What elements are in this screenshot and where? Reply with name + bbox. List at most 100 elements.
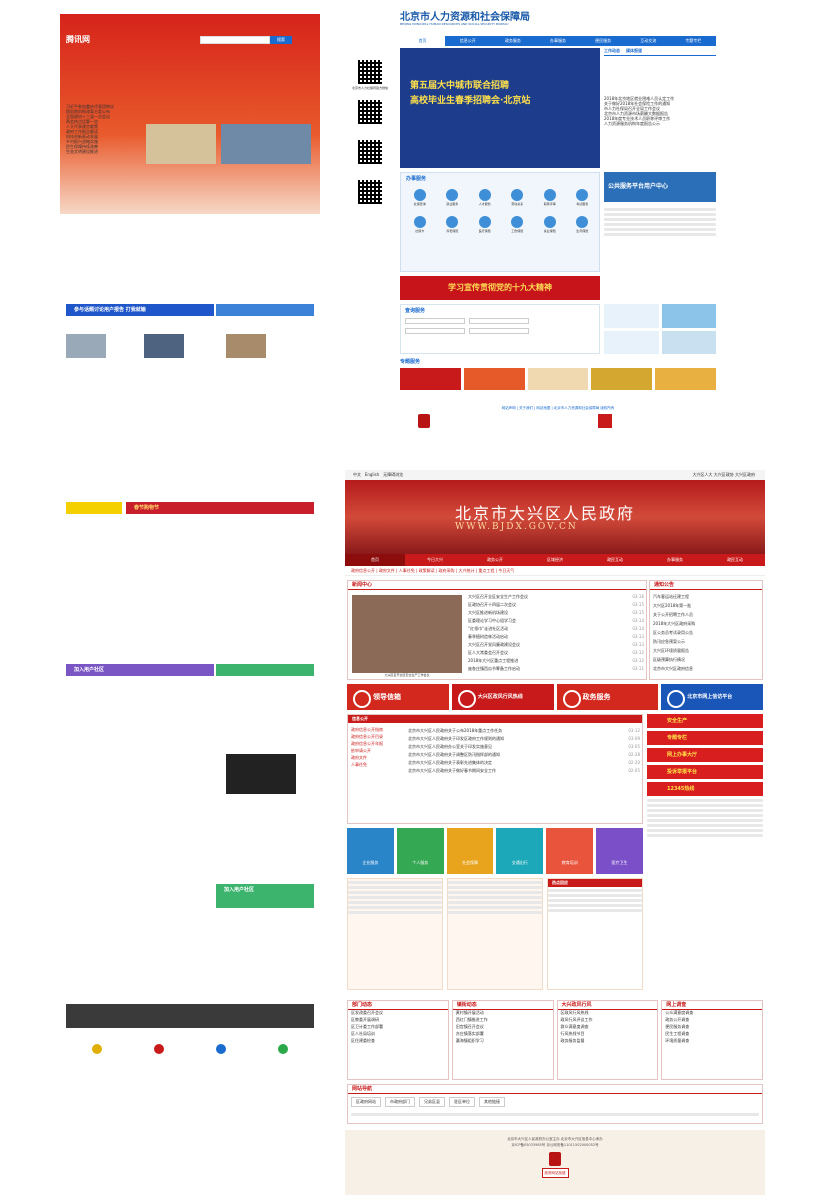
- news-row[interactable]: 区委理论学习中心组学习会 03-14: [468, 617, 644, 625]
- search-input[interactable]: [200, 36, 270, 44]
- gov-open-row[interactable]: 北京市大兴区人民政府关于做好春节期间安全工作 02-05: [408, 767, 640, 775]
- photo-caption[interactable]: 大兴区召开全区安全生产工作会议: [352, 673, 462, 677]
- notice-link[interactable]: 大兴区2018年第一批: [653, 601, 759, 610]
- community-banner-2[interactable]: 加入用户社区: [216, 884, 314, 908]
- column-link[interactable]: 政务服务监督: [558, 1038, 658, 1045]
- search-button[interactable]: 搜索: [270, 36, 292, 44]
- gov-open-link[interactable]: 北京市大兴区人民政府关于公布2018年重点工作任务: [408, 727, 502, 735]
- side-banner[interactable]: 专题专栏: [647, 731, 763, 745]
- gov-open-link[interactable]: 依申请公开: [351, 748, 401, 755]
- nav-item[interactable]: 办事服务: [645, 554, 705, 566]
- lang-english[interactable]: English: [365, 472, 379, 477]
- link-tab[interactable]: 其他链接: [479, 1097, 505, 1107]
- link-tab[interactable]: 区政府网站: [351, 1097, 381, 1107]
- site-title[interactable]: 北京市人力资源和社会保障局: [400, 8, 530, 23]
- column-link[interactable]: 区人社局培训: [348, 1031, 448, 1038]
- nav-item[interactable]: 互动交流: [626, 36, 671, 46]
- promo-banner[interactable]: 参与话题讨论用户报告 打我就输: [66, 304, 214, 316]
- nav-item[interactable]: 专题专栏: [671, 36, 716, 46]
- news-link[interactable]: 区人大常委会召开会议: [468, 649, 508, 657]
- column-link[interactable]: 区政风行风热线: [558, 1010, 658, 1017]
- service-tile[interactable]: 社会保障: [446, 828, 494, 874]
- find-error-button[interactable]: 政府网站找错: [541, 1168, 569, 1178]
- column-link[interactable]: 民生工程调查: [662, 1031, 762, 1038]
- community-banner[interactable]: 加入用户社区: [66, 664, 214, 676]
- tab-media[interactable]: 媒体报道: [626, 48, 642, 55]
- service-tile[interactable]: 企业服务: [347, 828, 394, 874]
- nav-item[interactable]: 政务公开: [465, 554, 525, 566]
- tencent-logo[interactable]: 腾讯网: [66, 34, 90, 45]
- column-link[interactable]: 黄村镇开展活动: [453, 1010, 553, 1017]
- link-tab[interactable]: 兄弟区县: [419, 1097, 445, 1107]
- news-link[interactable]: 区政协召开十四届二次会议: [468, 601, 516, 609]
- news-link[interactable]: 大兴区召开全区安全生产工作会议: [468, 593, 528, 601]
- service-tile[interactable]: 个人服务: [396, 828, 444, 874]
- accessibility-link[interactable]: 无障碍浏览: [383, 472, 403, 477]
- news-image[interactable]: [66, 334, 106, 358]
- gov-open-row[interactable]: 北京市大兴区人民政府办公室关于印发实施意见 03-05: [408, 743, 640, 751]
- public-service-platform[interactable]: 公共服务平台用户中心: [604, 172, 716, 202]
- query-input[interactable]: [469, 328, 529, 334]
- nav-item[interactable]: 区域经济: [525, 554, 585, 566]
- special-banner[interactable]: [463, 368, 525, 390]
- column-link[interactable]: 区发改委召开会议: [348, 1010, 448, 1017]
- nav-item[interactable]: 政民互动: [705, 554, 765, 566]
- column-link[interactable]: 区卫计委工作部署: [348, 1024, 448, 1031]
- service-tile[interactable]: [661, 330, 716, 354]
- service-item[interactable]: 就业服务: [438, 187, 468, 211]
- nav-item[interactable]: 首页: [345, 554, 405, 566]
- gov-open-row[interactable]: 北京市大兴区人民政府关于调整区防汛指挥部的通知 02-28: [408, 751, 640, 759]
- news-row[interactable]: 大兴区召开全区安全生产工作会议 03-16: [468, 593, 644, 601]
- find-error-icon[interactable]: [598, 414, 612, 428]
- service-item[interactable]: 生育保险: [568, 214, 598, 238]
- news-link[interactable]: 大兴区召开党风廉政建设会议: [468, 641, 520, 649]
- query-input[interactable]: [405, 328, 465, 334]
- gov-open-link[interactable]: 政府信息公开目录: [351, 734, 401, 741]
- notice-link[interactable]: 汽车客运站迁建工程: [653, 592, 759, 601]
- sub-nav[interactable]: 政府信息公开 | 政府文件 | 人事任免 | 政策解读 | 政府采购 | 大兴统…: [345, 566, 765, 576]
- service-item[interactable]: 养老保险: [438, 214, 468, 238]
- gov-open-link[interactable]: 政府文件: [351, 755, 401, 762]
- service-item[interactable]: 社保查询: [405, 187, 435, 211]
- gov-open-link[interactable]: 政府信息公开指南: [351, 727, 401, 734]
- news-link[interactable]: 生态文明建设推进: [66, 149, 144, 154]
- nav-item[interactable]: 办事服务: [535, 36, 580, 46]
- notice-link[interactable]: 区公务员考试录用公告: [653, 628, 759, 637]
- gov-open-link[interactable]: 人事任免: [351, 762, 401, 769]
- gov-open-row[interactable]: 北京市大兴区人民政府关于公布2018年重点工作任务 03-12: [408, 727, 640, 735]
- petition-platform-button[interactable]: 北京市网上信访平台: [661, 684, 763, 710]
- link-tab[interactable]: 市政府部门: [385, 1097, 415, 1107]
- column-link[interactable]: 政务公开调查: [662, 1017, 762, 1024]
- nav-item[interactable]: 首页: [400, 36, 446, 46]
- news-link[interactable]: 2018年大兴区重点工程推进: [468, 657, 518, 665]
- side-banner[interactable]: 12345热线: [647, 782, 763, 796]
- badge-icon[interactable]: [154, 1044, 164, 1054]
- hotline-button[interactable]: 大兴区政风行风热线: [451, 684, 554, 710]
- column-link[interactable]: 行风热线节目: [558, 1031, 658, 1038]
- bottom-image[interactable]: [66, 1004, 314, 1028]
- service-tile[interactable]: [604, 304, 659, 328]
- notice-link[interactable]: 人力资源服务机构年度报告公示: [604, 121, 716, 126]
- news-link[interactable]: 春季植树造林活动启动: [468, 633, 508, 641]
- query-input[interactable]: [405, 318, 465, 324]
- service-item[interactable]: 职称评审: [535, 187, 565, 211]
- news-image[interactable]: [226, 334, 266, 358]
- query-input[interactable]: [469, 318, 529, 324]
- service-item[interactable]: 劳动关系: [503, 187, 533, 211]
- news-row[interactable]: 区人大常委会召开会议 03-12: [468, 649, 644, 657]
- gov-open-row[interactable]: 北京市大兴区人民政府关于印发区政府工作规则的通知 03-09: [408, 735, 640, 743]
- notice-link[interactable]: 大兴区环境质量报告: [653, 646, 759, 655]
- gov-open-link[interactable]: 北京市大兴区人民政府办公室关于印发实施意见: [408, 743, 492, 751]
- service-item[interactable]: 社保卡: [405, 214, 435, 238]
- headline-image-2[interactable]: [221, 124, 311, 164]
- column-link[interactable]: 公众满意度调查: [662, 1010, 762, 1017]
- news-row[interactable]: 春季植树造林活动启动 03-13: [468, 633, 644, 641]
- badge-icon[interactable]: [278, 1044, 288, 1054]
- service-item[interactable]: 工伤保险: [503, 214, 533, 238]
- product-image[interactable]: [226, 754, 296, 794]
- column-link[interactable]: 亦庄镇落实部署: [453, 1031, 553, 1038]
- column-link[interactable]: 便民服务调查: [662, 1024, 762, 1031]
- notice-link[interactable]: 区级预算执行情况: [653, 655, 759, 664]
- news-link[interactable]: “红领巾”走进社区活动: [468, 625, 508, 633]
- news-row[interactable]: 大兴区推进新机场建设 03-15: [468, 609, 644, 617]
